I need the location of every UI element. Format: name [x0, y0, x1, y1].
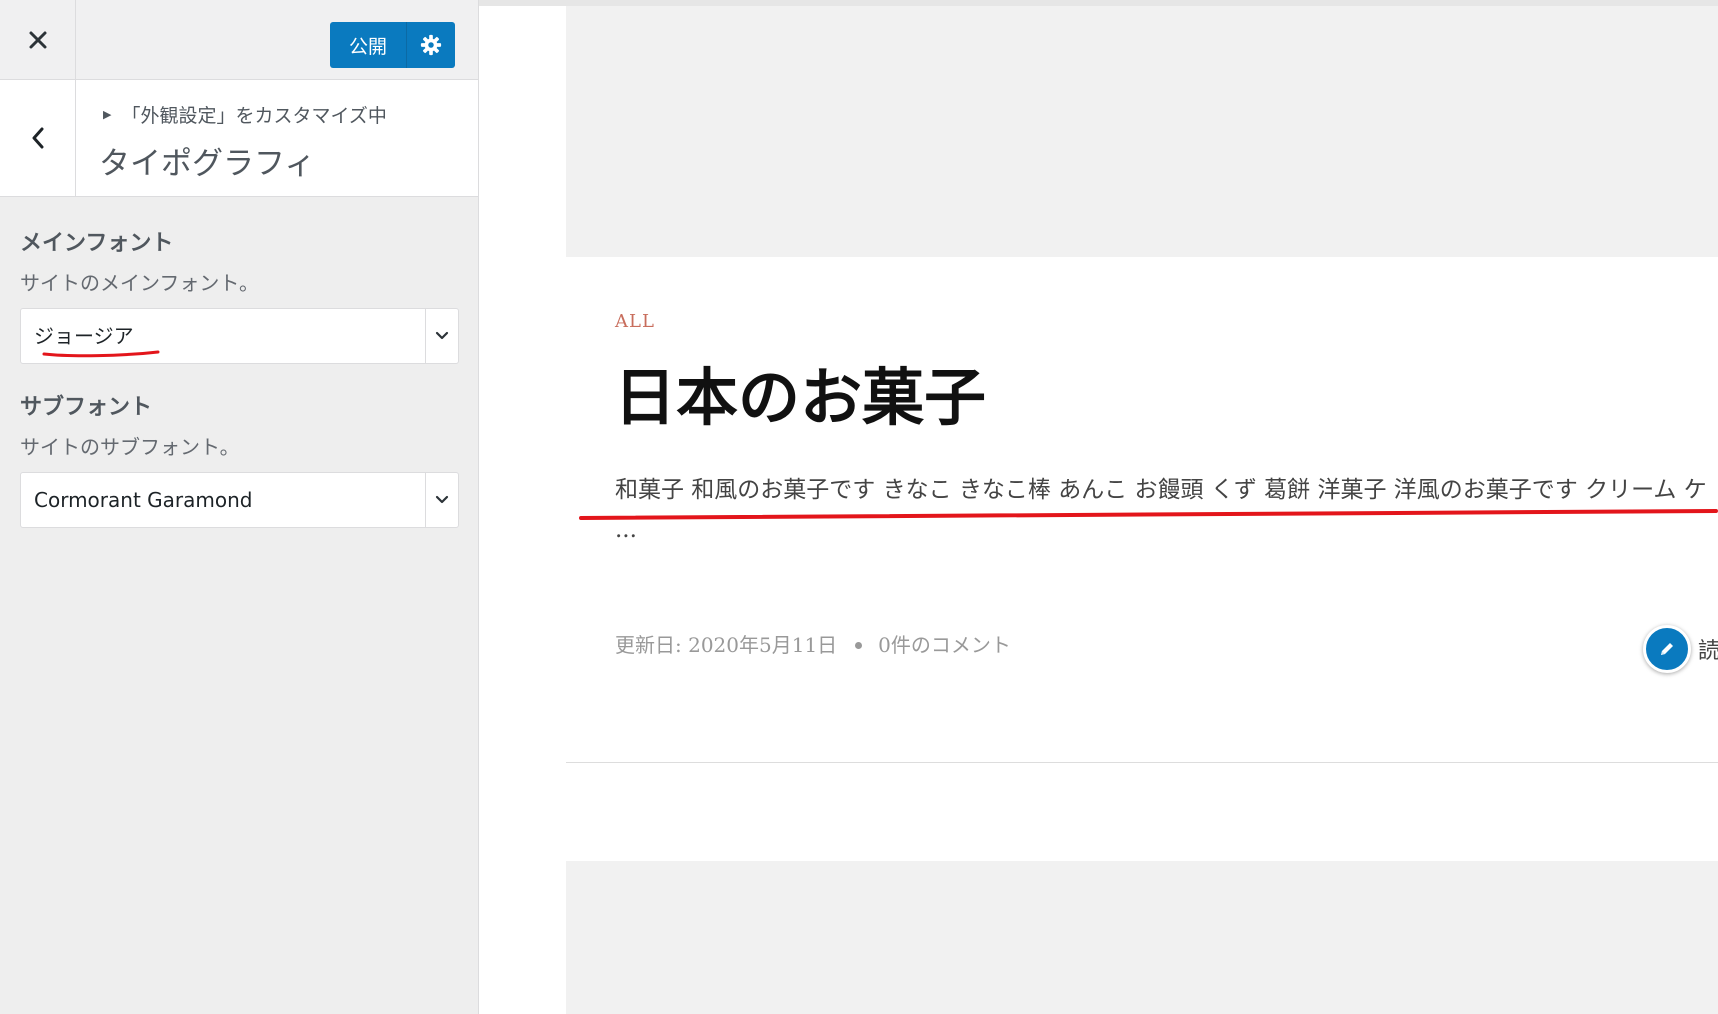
main-font-control: メインフォント サイトのメインフォント。 ジョージア — [20, 225, 459, 364]
post-title[interactable]: 日本のお菓子 — [614, 347, 986, 437]
preview-gray-band-bottom — [566, 861, 1718, 1014]
meta-separator-dot — [855, 642, 863, 649]
section-header: ▶ 「外観設定」をカスタマイズ中 タイポグラフィ — [0, 80, 478, 197]
section-title: タイポグラフィ — [99, 146, 316, 182]
main-font-dropdown-arrow[interactable] — [425, 309, 458, 363]
sub-font-dropdown-arrow[interactable] — [425, 473, 458, 527]
publish-button[interactable]: 公開 — [330, 22, 406, 68]
main-font-value: ジョージア — [34, 324, 134, 348]
customizer-sidebar: 公開 ▶ 「外観設定」をカスタマイズ中 タイポグラフィ メインフォント サイトの… — [0, 0, 479, 1014]
gear-icon — [420, 34, 442, 56]
post-updated-date: 更新日: 2020年5月11日 — [615, 633, 838, 657]
read-more-label: 読 — [1698, 639, 1718, 664]
sub-font-value: Cormorant Garamond — [34, 488, 253, 512]
chevron-left-icon — [32, 127, 43, 149]
publish-button-group: 公開 — [330, 22, 455, 68]
preview-margin — [479, 6, 566, 1014]
close-button[interactable] — [0, 0, 76, 79]
post-divider — [566, 762, 1718, 763]
caret-right-icon: ▶ — [103, 108, 112, 121]
chevron-down-icon — [435, 495, 449, 504]
edit-shortcut-button[interactable] — [1643, 625, 1691, 673]
sub-font-control: サブフォント サイトのサブフォント。 Cormorant Garamond — [20, 389, 459, 528]
post-meta: 更新日: 2020年5月11日 0件のコメント — [615, 629, 1011, 658]
chevron-down-icon — [435, 331, 449, 340]
back-button[interactable] — [0, 80, 76, 196]
post-comment-count[interactable]: 0件のコメント — [878, 629, 1011, 658]
pencil-icon — [1661, 643, 1673, 655]
sub-font-select[interactable]: Cormorant Garamond — [20, 472, 459, 528]
post-category-link[interactable]: ALL — [615, 311, 655, 332]
post-excerpt: 和菓子 和風のお菓子です きなこ きなこ棒 あんこ お饅頭 くず 葛餅 洋菓子 … — [615, 477, 1707, 543]
publish-settings-button[interactable] — [406, 22, 455, 68]
breadcrumb-text: 「外観設定」をカスタマイズ中 — [121, 105, 387, 127]
close-icon — [29, 31, 46, 48]
preview-gray-band-top — [566, 6, 1718, 257]
customizer-header: 公開 — [0, 0, 478, 80]
breadcrumb: ▶ 「外観設定」をカスタマイズ中 — [103, 101, 387, 128]
main-font-label: メインフォント — [20, 231, 174, 256]
sub-font-description: サイトのサブフォント。 — [20, 435, 240, 459]
sub-font-label: サブフォント — [20, 395, 153, 420]
read-more-link[interactable]: 読 — [1643, 625, 1718, 673]
main-font-select[interactable]: ジョージア — [20, 308, 459, 364]
main-font-description: サイトのメインフォント。 — [20, 271, 259, 295]
